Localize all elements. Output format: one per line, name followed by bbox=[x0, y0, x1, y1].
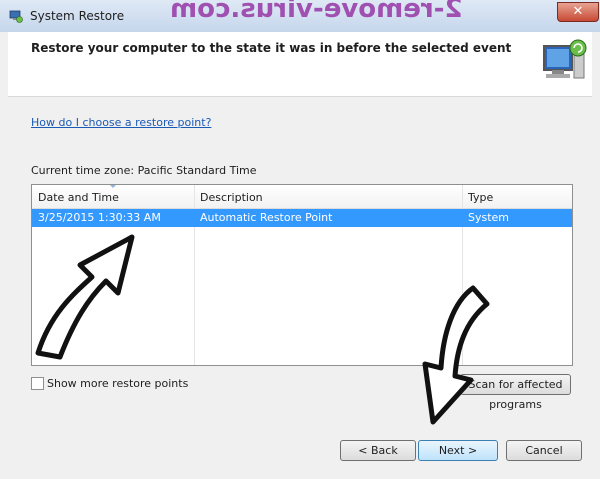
watermark-text: 2-remove-virus.com bbox=[170, 0, 463, 24]
close-button[interactable]: ✕ bbox=[557, 2, 599, 22]
show-more-label: Show more restore points bbox=[47, 377, 189, 390]
cell-description: Automatic Restore Point bbox=[200, 211, 333, 224]
column-description[interactable]: Description bbox=[200, 191, 263, 204]
page-heading: Restore your computer to the state it wa… bbox=[31, 41, 512, 55]
system-restore-computer-icon bbox=[543, 39, 587, 79]
help-link[interactable]: How do I choose a restore point? bbox=[31, 116, 211, 129]
cell-type: System bbox=[468, 211, 510, 224]
header-panel: Restore your computer to the state it wa… bbox=[8, 32, 592, 97]
cancel-button[interactable]: Cancel bbox=[506, 440, 582, 461]
column-date-and-time[interactable]: Date and Time bbox=[38, 191, 119, 204]
table-header: Date and Time Description Type bbox=[32, 185, 572, 209]
cell-date: 3/25/2015 1:30:33 AM bbox=[38, 211, 161, 224]
timezone-label: Current time zone: Pacific Standard Time bbox=[31, 164, 257, 177]
next-button[interactable]: Next > bbox=[418, 440, 498, 461]
show-more-checkbox[interactable] bbox=[31, 377, 44, 390]
sort-indicator-icon bbox=[110, 185, 116, 188]
curved-arrow-icon bbox=[422, 285, 490, 425]
system-restore-icon bbox=[9, 10, 23, 23]
column-type[interactable]: Type bbox=[468, 191, 493, 204]
curved-arrow-icon bbox=[35, 234, 135, 360]
back-button[interactable]: < Back bbox=[340, 440, 416, 461]
window-title: System Restore bbox=[30, 9, 125, 23]
